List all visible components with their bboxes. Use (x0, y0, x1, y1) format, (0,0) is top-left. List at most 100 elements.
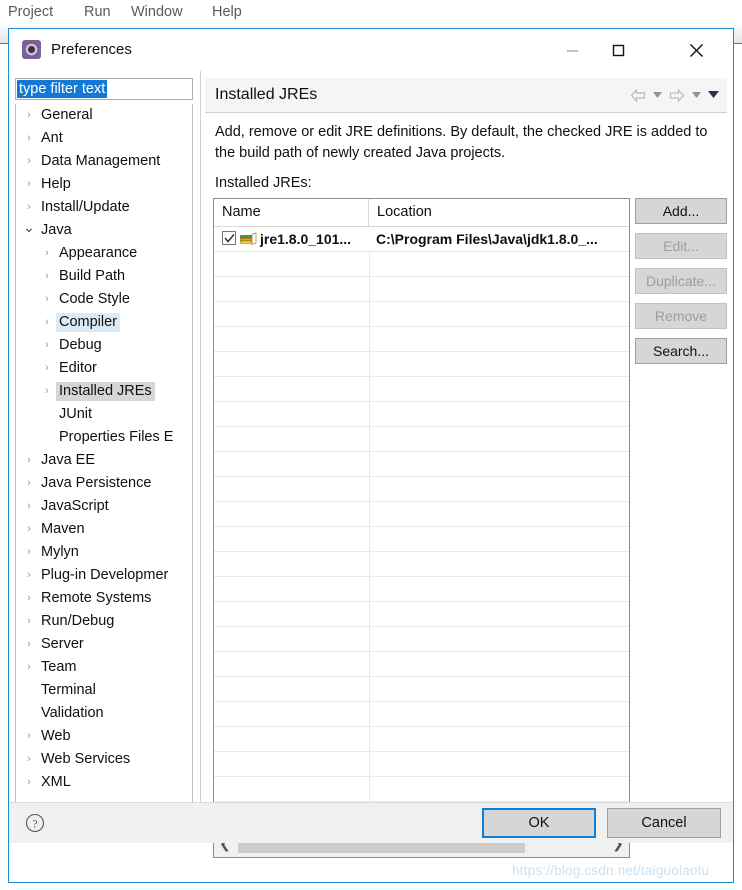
close-icon[interactable] (673, 29, 719, 71)
tree-item-web-services[interactable]: › Web Services (16, 748, 192, 771)
table-row-empty[interactable] (214, 427, 629, 452)
tree-item-junit[interactable]: JUnit (16, 403, 192, 426)
search-button[interactable]: Search... (635, 338, 727, 364)
chevron-right-icon[interactable]: › (22, 656, 36, 679)
tree-item-mylyn[interactable]: › Mylyn (16, 541, 192, 564)
chevron-right-icon[interactable]: › (22, 518, 36, 541)
tree-item-ant[interactable]: › Ant (16, 127, 192, 150)
tree-item-code-style[interactable]: › Code Style (16, 288, 192, 311)
chevron-right-icon[interactable]: › (40, 242, 54, 265)
menu-item-help[interactable]: Help (212, 2, 242, 22)
table-row-empty[interactable] (214, 527, 629, 552)
tree-item-java-ee[interactable]: › Java EE (16, 449, 192, 472)
chevron-right-icon[interactable]: › (22, 725, 36, 748)
forward-arrow-icon[interactable] (669, 86, 685, 104)
back-arrow-icon[interactable] (630, 86, 646, 104)
forward-dropdown-icon[interactable] (692, 86, 701, 104)
column-header-location[interactable]: Location (369, 199, 629, 226)
table-row[interactable]: jre1.8.0_101... C:\Program Files\Java\jd… (214, 227, 629, 252)
table-row-empty[interactable] (214, 302, 629, 327)
table-row-empty[interactable] (214, 727, 629, 752)
view-menu-dropdown-icon[interactable] (708, 86, 719, 104)
chevron-right-icon[interactable]: › (22, 541, 36, 564)
column-header-name[interactable]: Name (214, 199, 369, 226)
table-row-empty[interactable] (214, 277, 629, 302)
help-icon[interactable]: ? (25, 813, 45, 833)
tree-item-web[interactable]: › Web (16, 725, 192, 748)
tree-item-build-path[interactable]: › Build Path (16, 265, 192, 288)
table-row-empty[interactable] (214, 777, 629, 802)
chevron-down-icon[interactable]: ⌄ (22, 219, 36, 242)
table-row-empty[interactable] (214, 252, 629, 277)
chevron-right-icon[interactable]: › (22, 449, 36, 472)
tree-item-debug[interactable]: › Debug (16, 334, 192, 357)
chevron-right-icon[interactable]: › (22, 196, 36, 219)
chevron-right-icon[interactable]: › (22, 633, 36, 656)
chevron-right-icon[interactable]: › (40, 357, 54, 380)
table-row-empty[interactable] (214, 327, 629, 352)
chevron-right-icon[interactable]: › (40, 288, 54, 311)
tree-item-run-debug[interactable]: › Run/Debug (16, 610, 192, 633)
maximize-icon[interactable] (595, 29, 641, 71)
menu-item-project[interactable]: Project (8, 2, 53, 22)
chevron-right-icon[interactable]: › (22, 104, 36, 127)
filter-input-wrapper[interactable]: type filter text (15, 78, 193, 100)
menu-item-run[interactable]: Run (84, 2, 111, 22)
table-row-empty[interactable] (214, 602, 629, 627)
table-row-empty[interactable] (214, 577, 629, 602)
tree-item-server[interactable]: › Server (16, 633, 192, 656)
table-row-empty[interactable] (214, 552, 629, 577)
tree-item-help[interactable]: › Help (16, 173, 192, 196)
table-row-empty[interactable] (214, 702, 629, 727)
add-button[interactable]: Add... (635, 198, 727, 224)
chevron-right-icon[interactable]: › (40, 334, 54, 357)
tree-item-xml[interactable]: › XML (16, 771, 192, 794)
cancel-button[interactable]: Cancel (607, 808, 721, 838)
chevron-right-icon[interactable]: › (22, 173, 36, 196)
table-row-empty[interactable] (214, 652, 629, 677)
tree-item-general[interactable]: › General (16, 104, 192, 127)
search-input[interactable]: type filter text (17, 80, 108, 98)
chevron-right-icon[interactable]: › (22, 495, 36, 518)
tree-item-data-management[interactable]: › Data Management (16, 150, 192, 173)
table-row-empty[interactable] (214, 627, 629, 652)
table-row-empty[interactable] (214, 477, 629, 502)
tree-item-plug-in-developmer[interactable]: › Plug-in Developmer (16, 564, 192, 587)
chevron-right-icon[interactable]: › (22, 472, 36, 495)
tree-item-maven[interactable]: › Maven (16, 518, 192, 541)
ok-button[interactable]: OK (482, 808, 596, 838)
menu-item-window[interactable]: Window (131, 2, 183, 22)
back-dropdown-icon[interactable] (653, 86, 662, 104)
chevron-right-icon[interactable]: › (22, 748, 36, 771)
chevron-right-icon[interactable]: › (22, 564, 36, 587)
preferences-tree[interactable]: › General › Ant › Data Management › Help › Instal… (15, 104, 193, 809)
table-row-empty[interactable] (214, 752, 629, 777)
tree-item-compiler[interactable]: › Compiler (16, 311, 192, 334)
table-row-empty[interactable] (214, 402, 629, 427)
jre-default-checkbox[interactable] (222, 231, 236, 245)
tree-item-java[interactable]: ⌄ Java (16, 219, 192, 242)
minimize-icon[interactable] (549, 29, 595, 71)
tree-item-remote-systems[interactable]: › Remote Systems (16, 587, 192, 610)
chevron-right-icon[interactable]: › (22, 127, 36, 150)
chevron-right-icon[interactable]: › (40, 265, 54, 288)
tree-item-team[interactable]: › Team (16, 656, 192, 679)
table-row-empty[interactable] (214, 502, 629, 527)
tree-item-validation[interactable]: Validation (16, 702, 192, 725)
chevron-right-icon[interactable]: › (40, 311, 54, 334)
table-row-empty[interactable] (214, 677, 629, 702)
tree-item-install-update[interactable]: › Install/Update (16, 196, 192, 219)
chevron-right-icon[interactable]: › (22, 150, 36, 173)
chevron-right-icon[interactable]: › (22, 771, 36, 794)
table-row-empty[interactable] (214, 352, 629, 377)
chevron-right-icon[interactable]: › (22, 587, 36, 610)
tree-item-appearance[interactable]: › Appearance (16, 242, 192, 265)
tree-item-javascript[interactable]: › JavaScript (16, 495, 192, 518)
tree-item-installed-jres[interactable]: › Installed JREs (16, 380, 192, 403)
tree-item-java-persistence[interactable]: › Java Persistence (16, 472, 192, 495)
table-row-empty[interactable] (214, 377, 629, 402)
chevron-right-icon[interactable]: › (40, 380, 54, 403)
table-row-empty[interactable] (214, 452, 629, 477)
tree-item-properties-files-e[interactable]: Properties Files E (16, 426, 192, 449)
chevron-right-icon[interactable]: › (22, 610, 36, 633)
